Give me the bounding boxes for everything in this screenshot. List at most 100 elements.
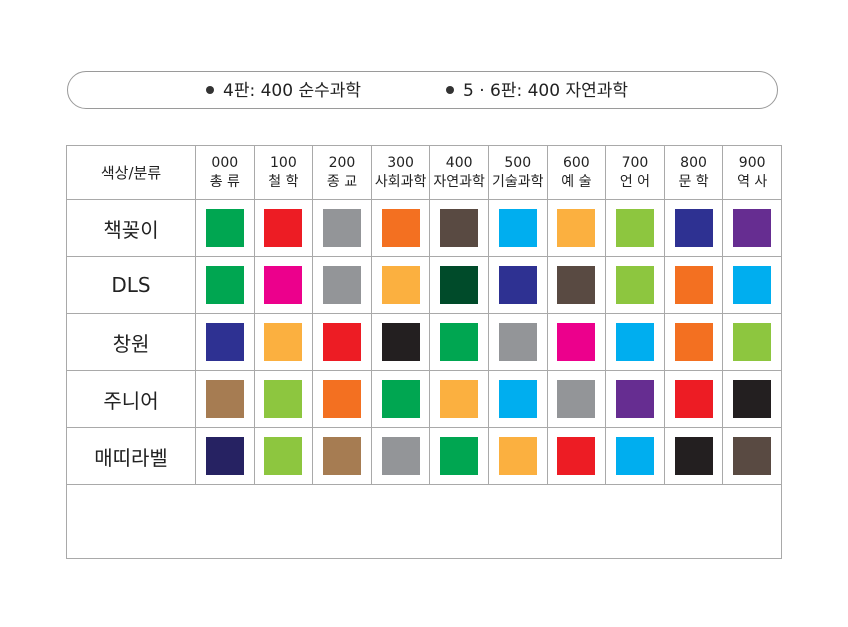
color-cell [546, 256, 607, 314]
color-swatch [322, 209, 361, 247]
row-label: 매띠라벨 [66, 427, 196, 485]
color-swatch [557, 323, 596, 361]
color-swatch [498, 266, 537, 304]
color-cell [663, 199, 724, 257]
color-cell [605, 199, 665, 257]
color-cell [487, 370, 548, 428]
class-code: 800 [680, 154, 707, 171]
color-swatch [733, 437, 772, 475]
color-cell [487, 313, 548, 371]
edition-note-5-6-text: 5 · 6판: 400 자연과학 [463, 81, 629, 101]
color-swatch [615, 266, 654, 304]
color-cell [253, 199, 314, 257]
color-swatch [322, 437, 361, 475]
color-swatch [205, 323, 244, 361]
bullet-icon [206, 85, 214, 94]
class-code: 000 [211, 154, 239, 171]
table-row: 책꽂이 [66, 199, 782, 257]
row-label: 책꽂이 [66, 199, 196, 257]
color-cell [663, 256, 724, 314]
color-swatch [264, 209, 303, 247]
color-cell [487, 199, 548, 257]
color-swatch [557, 437, 596, 475]
color-swatch [615, 437, 654, 475]
color-swatch [381, 266, 420, 304]
edition-note-box: 4판: 400 순수과학 5 · 6판: 400 자연과학 [67, 71, 778, 109]
color-swatch [205, 266, 244, 304]
class-header-500: 500 기술과학 [487, 145, 548, 200]
color-swatch [264, 380, 303, 418]
color-cell [546, 313, 607, 371]
color-cell [663, 427, 724, 485]
color-swatch [615, 380, 654, 418]
class-header-800: 800 문 학 [663, 145, 724, 200]
edition-note-4: 4판: 400 순수과학 [206, 72, 361, 110]
color-swatch [498, 209, 537, 247]
color-swatch [381, 323, 420, 361]
class-header-400: 400 자연과학 [429, 145, 489, 200]
color-swatch [733, 323, 772, 361]
class-header-000: 000 총 류 [195, 145, 255, 200]
color-cell [370, 199, 431, 257]
class-header-700: 700 언 어 [605, 145, 665, 200]
empty-cell [66, 484, 782, 559]
color-classification-table: 색상/분류 000 총 류 100 철 학 200 종 교 300 사회과학 400 자연과학 50… [66, 145, 782, 559]
color-swatch [615, 209, 654, 247]
class-code: 200 [328, 154, 356, 171]
color-swatch [322, 266, 361, 304]
class-header-600: 600 예 술 [546, 145, 607, 200]
color-cell [605, 313, 665, 371]
edition-note-5-6: 5 · 6판: 400 자연과학 [446, 72, 628, 110]
class-code: 900 [738, 154, 766, 171]
class-header-200: 200 종 교 [312, 145, 372, 200]
color-swatch [498, 323, 537, 361]
table-row: DLS [66, 256, 782, 314]
color-swatch [733, 266, 772, 304]
color-cell [605, 256, 665, 314]
row-label: 주니어 [66, 370, 196, 428]
edition-note-4-text: 4판: 400 순수과학 [223, 81, 361, 101]
color-swatch [381, 437, 420, 475]
color-swatch [264, 323, 303, 361]
color-cell [195, 427, 255, 485]
color-cell [429, 199, 489, 257]
color-cell [487, 427, 548, 485]
class-code: 600 [562, 154, 590, 171]
table-header-row: 색상/분류 000 총 류 100 철 학 200 종 교 300 사회과학 400 자연과학 50… [66, 145, 782, 200]
color-cell [312, 313, 372, 371]
color-cell [722, 370, 782, 428]
color-cell [546, 427, 607, 485]
color-cell [312, 427, 372, 485]
color-cell [605, 427, 665, 485]
color-swatch [205, 437, 244, 475]
color-swatch [615, 323, 654, 361]
class-name: 자연과학 [433, 173, 485, 190]
color-cell [429, 256, 489, 314]
table-row: 창원 [66, 313, 782, 371]
color-cell [253, 256, 314, 314]
color-cell [722, 427, 782, 485]
color-cell [195, 370, 255, 428]
class-code: 300 [387, 154, 414, 171]
class-code: 400 [445, 154, 473, 171]
color-cell [546, 370, 607, 428]
table-row: 주니어 [66, 370, 782, 428]
corner-label: 색상/분류 [66, 145, 196, 200]
bullet-icon [446, 85, 454, 94]
class-name: 총 류 [209, 173, 240, 190]
color-swatch [674, 437, 713, 475]
row-label: DLS [66, 256, 196, 314]
color-cell [429, 427, 489, 485]
class-code: 100 [270, 154, 297, 171]
row-label: 창원 [66, 313, 196, 371]
color-cell [195, 199, 255, 257]
empty-row [66, 484, 782, 559]
color-swatch [498, 437, 537, 475]
color-swatch [322, 380, 361, 418]
color-cell [722, 199, 782, 257]
color-cell [312, 199, 372, 257]
color-cell [722, 256, 782, 314]
color-swatch [440, 209, 479, 247]
color-swatch [264, 266, 303, 304]
color-cell [546, 199, 607, 257]
